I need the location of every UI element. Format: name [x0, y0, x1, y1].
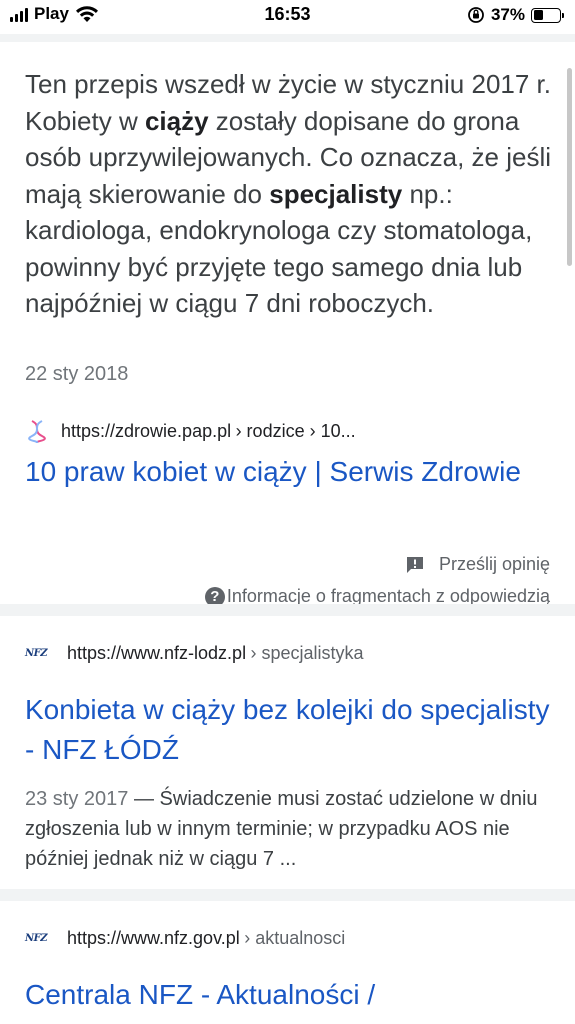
source-row[interactable]: https://zdrowie.pap.pl › rodzice › 10...	[25, 419, 356, 443]
feedback-icon	[406, 556, 423, 573]
scrollbar[interactable]	[567, 68, 572, 266]
divider	[0, 889, 575, 901]
source-row[interactable]: NFZ https://www.nfz.gov.pl › aktualnosci	[25, 928, 345, 949]
status-bar: Play 16:53 37%	[0, 0, 575, 34]
battery-icon	[531, 7, 564, 23]
result-title-link[interactable]: Centrala NFZ - Aktualności /	[25, 975, 550, 1015]
source-path: › aktualnosci	[244, 928, 346, 948]
snippet-date: 22 sty 2018	[25, 363, 129, 385]
result-title-link[interactable]: 10 praw kobiet w ciąży | Serwis Zdrowie	[25, 452, 545, 492]
snippet-highlight: ciąży	[144, 105, 209, 136]
result-date: 23 sty 2017	[25, 788, 129, 810]
snippet-highlight: specjalisty	[269, 178, 403, 209]
divider	[0, 604, 575, 616]
dna-favicon-icon	[25, 419, 49, 443]
featured-snippet-card: Ten przepis wszedł w życie w styczniu 20…	[0, 42, 575, 607]
feedback-label: Prześlij opinię	[438, 554, 550, 574]
divider	[0, 34, 575, 42]
featured-snippet-text: Ten przepis wszedł w życie w styczniu 20…	[25, 66, 555, 322]
result-snippet: 23 sty 2017 — Świadczenie musi zostać ud…	[25, 784, 555, 874]
battery-percent: 37%	[490, 5, 525, 24]
rotation-lock-icon	[468, 7, 484, 23]
source-url: https://zdrowie.pap.pl	[61, 420, 232, 441]
source-row[interactable]: NFZ https://www.nfz-lodz.pl › specjalist…	[25, 643, 364, 664]
nfz-logo-icon: NFZ	[25, 648, 48, 659]
feedback-button[interactable]: Prześlij opinię	[405, 554, 550, 575]
nfz-logo-icon: NFZ	[25, 933, 48, 944]
source-url: https://www.nfz-lodz.pl	[67, 643, 247, 663]
source-path: › rodzice › 10...	[235, 420, 356, 441]
source-url: https://www.nfz.gov.pl	[67, 928, 240, 948]
result-title-link[interactable]: Konbieta w ciąży bez kolejki do specjali…	[25, 690, 550, 770]
source-path: › specjalistyka	[250, 643, 364, 663]
